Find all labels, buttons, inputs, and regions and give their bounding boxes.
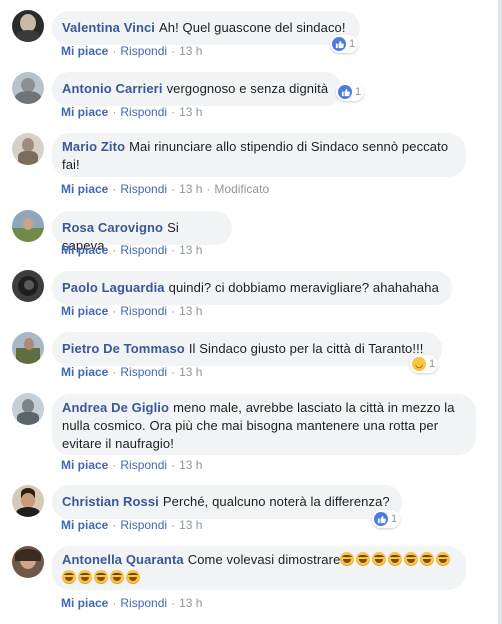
avatar[interactable] — [12, 332, 44, 364]
avatar[interactable] — [12, 133, 44, 165]
comment-actions: Mi piace · Rispondi · 13 h — [61, 458, 203, 472]
comment-text: vergognoso e senza dignità — [166, 81, 329, 96]
comment-author[interactable]: Valentina Vinci — [62, 20, 155, 35]
avatar[interactable] — [12, 270, 44, 302]
like-button[interactable]: Mi piace — [61, 518, 108, 532]
scrollbar[interactable] — [498, 0, 502, 624]
haha-reaction-icon: ◡ — [412, 357, 426, 371]
comment-list: Valentina Vinci Ah! Quel guascone del sin… — [0, 0, 502, 624]
comment-text: Il Sindaco giusto per la città di Tarant… — [188, 341, 424, 356]
reaction-summary[interactable]: ◡ 1 — [410, 355, 439, 373]
comment-text: quindi? ci dobbiamo meravigliare? ahahah… — [168, 280, 439, 295]
like-button[interactable]: Mi piace — [61, 105, 108, 119]
comment-timestamp[interactable]: 13 h — [179, 105, 202, 119]
comment-author[interactable]: Antonella Quaranta — [62, 552, 184, 567]
comment-timestamp[interactable]: 13 h — [179, 365, 202, 379]
rofl-emoji-icon — [404, 552, 419, 566]
avatar[interactable] — [12, 210, 44, 242]
comment-text: Perché, qualcuno noterà la differenza? — [162, 494, 390, 509]
avatar[interactable] — [12, 393, 44, 425]
rofl-emoji-icon — [110, 570, 124, 584]
edited-label[interactable]: Modificato — [214, 182, 269, 196]
comment-actions: Mi piace · Rispondi · 13 h — [61, 105, 203, 119]
like-button[interactable]: Mi piace — [61, 182, 108, 196]
like-reaction-icon — [338, 85, 352, 99]
avatar[interactable] — [12, 546, 44, 578]
reply-button[interactable]: Rispondi — [120, 365, 167, 379]
reaction-summary[interactable]: 1 — [330, 35, 359, 53]
comment-text: Come volevasi dimostrare — [187, 552, 341, 567]
reaction-summary[interactable]: 1 — [336, 83, 365, 101]
like-button[interactable]: Mi piace — [61, 365, 108, 379]
rofl-emoji-icon — [420, 552, 435, 566]
comment-timestamp[interactable]: 13 h — [179, 182, 202, 196]
rofl-emoji-icon — [78, 570, 92, 584]
comment-bubble: Christian Rossi Perché, qualcuno noterà l… — [52, 485, 402, 519]
like-button[interactable]: Mi piace — [61, 243, 108, 257]
comment-actions: Mi piace · Rispondi · 13 h — [61, 304, 203, 318]
rofl-emoji-icon — [372, 552, 387, 566]
comment-actions: Mi piace · Rispondi · 13 h — [61, 596, 203, 610]
comment-author[interactable]: Paolo Laguardia — [62, 280, 165, 295]
avatar[interactable] — [12, 485, 44, 517]
comment-timestamp[interactable]: 13 h — [179, 304, 202, 318]
like-button[interactable]: Mi piace — [61, 44, 108, 58]
avatar[interactable] — [12, 10, 44, 42]
comment-bubble: Rosa Carovigno Si sapeva — [52, 211, 232, 253]
reaction-count: 1 — [429, 358, 436, 370]
comment-actions: Mi piace · Rispondi · 13 h — [61, 518, 203, 532]
comment-text: Ah! Quel guascone del sindaco! — [159, 20, 346, 35]
comment-timestamp[interactable]: 13 h — [179, 44, 202, 58]
comment-author[interactable]: Antonio Carrieri — [62, 81, 163, 96]
comment-author[interactable]: Rosa Carovigno — [62, 220, 163, 235]
comment-bubble: Valentina Vinci Ah! Quel guascone del sin… — [52, 11, 360, 45]
comment-actions: Mi piace · Rispondi · 13 h · Modificato — [61, 182, 270, 196]
reaction-count: 1 — [391, 513, 398, 525]
comment-bubble: Andrea De Giglio meno male, avrebbe lasci… — [52, 394, 476, 455]
comment-bubble: Antonella Quaranta Come volevasi dimostra… — [52, 546, 466, 590]
rofl-emoji-icon — [356, 552, 371, 566]
comment-timestamp[interactable]: 13 h — [179, 596, 202, 610]
rofl-emoji-icon — [94, 570, 108, 584]
reply-button[interactable]: Rispondi — [120, 105, 167, 119]
reply-button[interactable]: Rispondi — [120, 596, 167, 610]
rofl-emoji-icon — [62, 570, 76, 584]
comment-actions: Mi piace · Rispondi · 13 h — [61, 365, 203, 379]
rofl-emoji-icon — [340, 552, 355, 566]
reply-button[interactable]: Rispondi — [120, 458, 167, 472]
rofl-emoji-icon — [388, 552, 403, 566]
like-reaction-icon — [374, 512, 388, 526]
reply-button[interactable]: Rispondi — [120, 304, 167, 318]
rofl-emoji-icon — [436, 552, 451, 566]
comment-timestamp[interactable]: 13 h — [179, 458, 202, 472]
comment-author[interactable]: Christian Rossi — [62, 494, 159, 509]
like-button[interactable]: Mi piace — [61, 458, 108, 472]
comment-bubble: Mario Zito Mai rinunciare allo stipendio … — [52, 133, 466, 177]
comment-actions: Mi piace · Rispondi · 13 h — [61, 44, 203, 58]
like-button[interactable]: Mi piace — [61, 304, 108, 318]
comment-timestamp[interactable]: 13 h — [179, 243, 202, 257]
reaction-count: 1 — [349, 38, 356, 50]
reply-button[interactable]: Rispondi — [120, 44, 167, 58]
comment-author[interactable]: Andrea De Giglio — [62, 400, 169, 415]
comment-bubble: Pietro De Tommaso Il Sindaco giusto per l… — [52, 332, 442, 366]
like-reaction-icon — [332, 37, 346, 51]
reaction-summary[interactable]: 1 — [372, 510, 401, 528]
comment-author[interactable]: Pietro De Tommaso — [62, 341, 185, 356]
reply-button[interactable]: Rispondi — [120, 518, 167, 532]
comment-bubble: Antonio Carrieri vergognoso e senza digni… — [52, 72, 342, 106]
comment-actions: Mi piace · Rispondi · 13 h — [61, 243, 203, 257]
like-button[interactable]: Mi piace — [61, 596, 108, 610]
comment-bubble: Paolo Laguardia quindi? ci dobbiamo merav… — [52, 271, 452, 305]
reply-button[interactable]: Rispondi — [120, 243, 167, 257]
avatar[interactable] — [12, 72, 44, 104]
comment-timestamp[interactable]: 13 h — [179, 518, 202, 532]
reaction-count: 1 — [355, 86, 362, 98]
rofl-emoji-icon — [126, 570, 140, 584]
reply-button[interactable]: Rispondi — [120, 182, 167, 196]
comment-author[interactable]: Mario Zito — [62, 139, 125, 154]
